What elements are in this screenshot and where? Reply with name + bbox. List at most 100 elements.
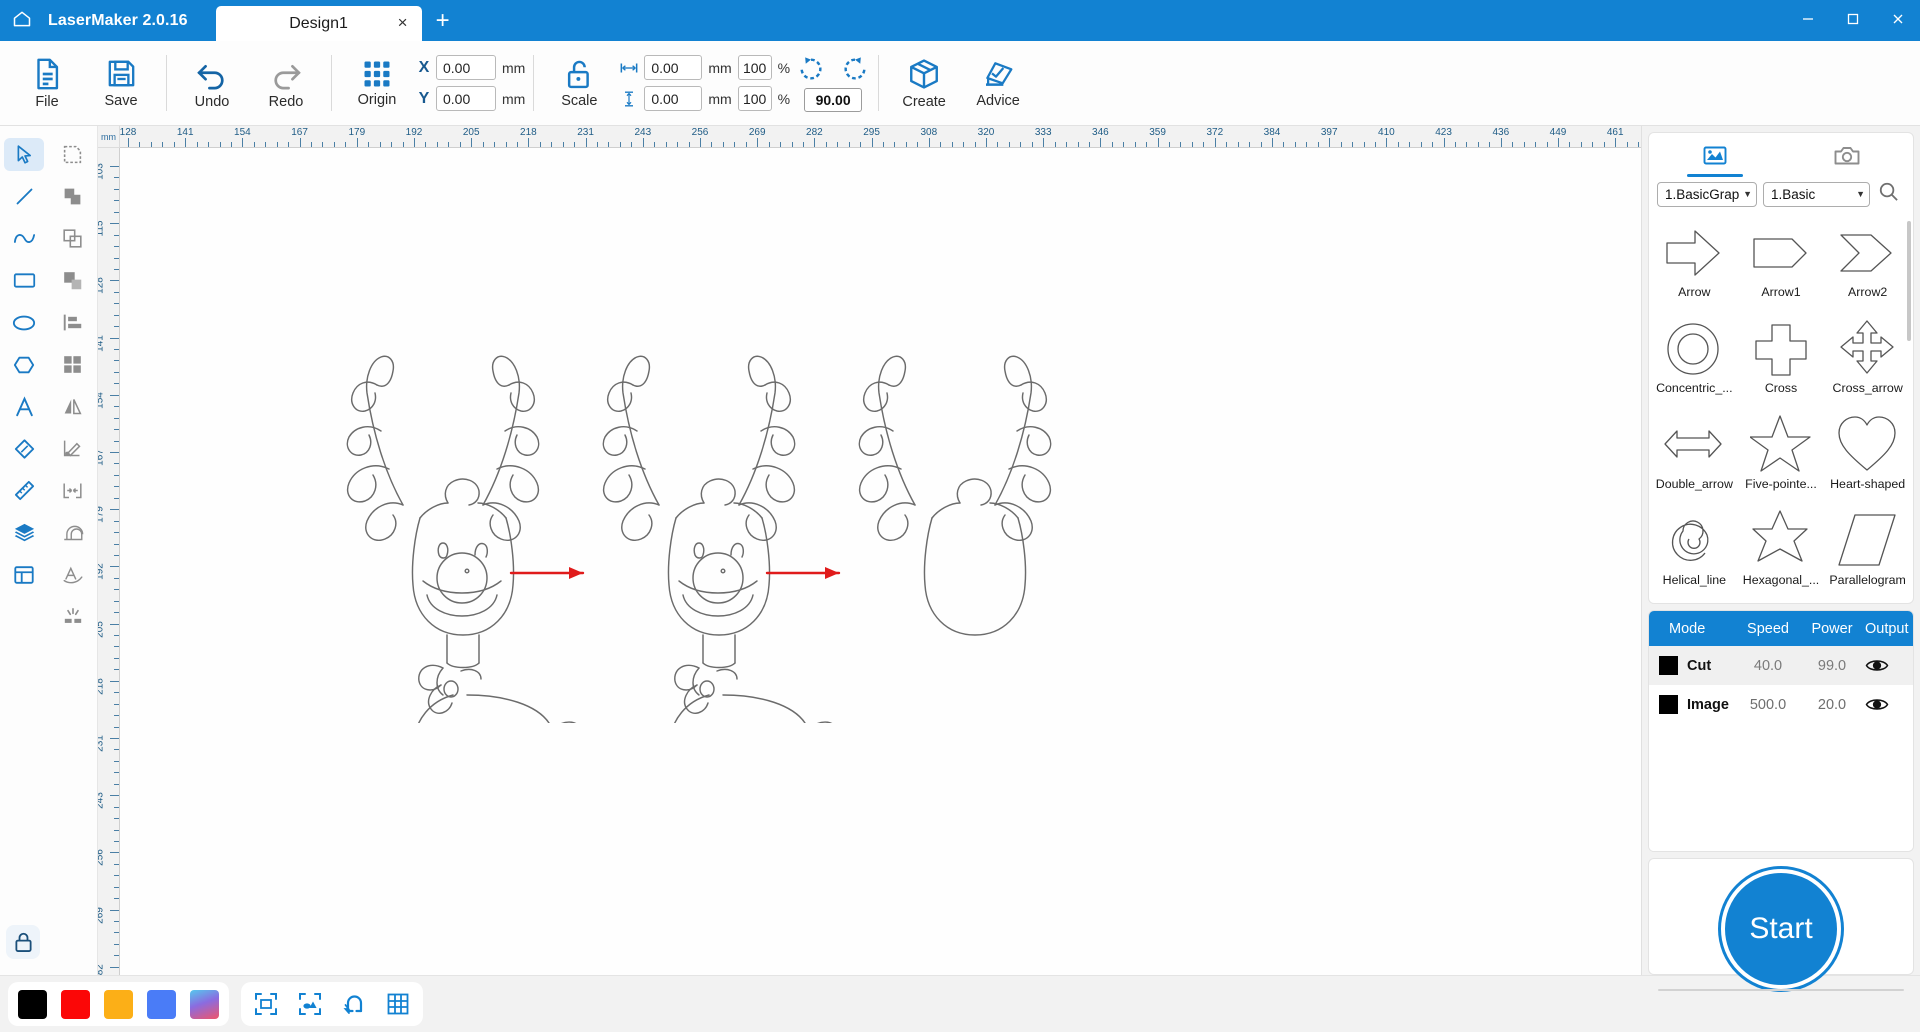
- shape-item-five-pointed-star[interactable]: Five-pointe...: [1738, 413, 1825, 507]
- text-a-icon: [15, 395, 33, 416]
- shape-item-cross[interactable]: Cross: [1738, 317, 1825, 411]
- ruler-tick: [114, 474, 119, 476]
- width-input[interactable]: 0.00: [644, 55, 703, 80]
- shape-item-arrow1[interactable]: Arrow1: [1738, 221, 1825, 315]
- layers-tool[interactable]: [4, 516, 44, 549]
- blue-swatch[interactable]: [147, 989, 176, 1019]
- origin-button[interactable]: Origin: [340, 45, 414, 121]
- x-input[interactable]: 0.00: [436, 55, 496, 80]
- shape-item-arrow[interactable]: Arrow: [1651, 221, 1738, 315]
- rotate-right-icon[interactable]: [840, 55, 870, 83]
- rotation-input[interactable]: 90.00: [804, 87, 863, 112]
- gradient-swatch[interactable]: [190, 989, 219, 1019]
- grid-icon[interactable]: [383, 989, 413, 1019]
- shape-item-hexagonal-star[interactable]: Hexagonal_...: [1738, 509, 1825, 603]
- offset-tool[interactable]: [53, 516, 93, 549]
- layout-tool[interactable]: [4, 558, 44, 591]
- ruler-tick: [1397, 142, 1399, 147]
- scale-button[interactable]: Scale: [542, 45, 616, 121]
- vertical-ruler[interactable]: 103 115 128 141 154 167 179 192 205 218 231 243 256 2…: [98, 126, 120, 975]
- layer-speed-cell[interactable]: 40.0: [1735, 658, 1801, 674]
- camera-tab[interactable]: [1781, 133, 1913, 179]
- distribute-tool[interactable]: [53, 474, 93, 507]
- table-row[interactable]: Cut 40.0 99.0: [1649, 646, 1913, 685]
- document-tab-design1[interactable]: Design1 ×: [215, 6, 422, 41]
- union-tool[interactable]: [53, 180, 93, 213]
- polygon-tool[interactable]: [4, 348, 44, 381]
- shape-item-cross-arrow[interactable]: Cross_arrow: [1824, 317, 1911, 411]
- y-input[interactable]: 0.00: [436, 86, 496, 111]
- select-objects-icon[interactable]: [295, 989, 325, 1019]
- shape-library-grid[interactable]: Arrow Arrow1 Arrow2 Concentric_... Cross Cros…: [1649, 215, 1913, 603]
- text-tool[interactable]: [4, 390, 44, 423]
- new-tab-button[interactable]: +: [436, 7, 450, 41]
- ruler-tick-label: 115: [98, 220, 106, 237]
- file-button[interactable]: File: [10, 45, 84, 121]
- layer-output-cell[interactable]: [1863, 657, 1913, 674]
- maximize-icon[interactable]: [1830, 0, 1875, 37]
- explode-tool[interactable]: [53, 600, 93, 633]
- table-row[interactable]: Image 500.0 20.0: [1649, 685, 1913, 724]
- save-button[interactable]: Save: [84, 45, 158, 121]
- shape-item-heart[interactable]: Heart-shaped: [1824, 413, 1911, 507]
- advice-button[interactable]: Advice: [961, 45, 1035, 121]
- lock-tools-button[interactable]: [6, 925, 40, 959]
- arrow-1: [509, 567, 585, 579]
- align-tool[interactable]: [53, 306, 93, 339]
- height-input[interactable]: 0.00: [644, 86, 703, 111]
- subtract-tool[interactable]: [53, 264, 93, 297]
- red-swatch[interactable]: [61, 989, 90, 1019]
- design-canvas[interactable]: [120, 148, 1641, 975]
- layer-power-cell[interactable]: 20.0: [1801, 697, 1863, 713]
- layer-speed-cell[interactable]: 500.0: [1735, 697, 1801, 713]
- reindeer-artwork[interactable]: [315, 323, 1125, 723]
- group-tool[interactable]: [53, 348, 93, 381]
- layer-color-swatch[interactable]: [1659, 656, 1678, 675]
- select-tool[interactable]: [4, 138, 45, 171]
- graphics-tab[interactable]: [1649, 133, 1781, 179]
- type-select[interactable]: 1.Basic ▼: [1763, 181, 1870, 207]
- line-tool[interactable]: [4, 180, 44, 213]
- layer-output-cell[interactable]: [1863, 696, 1913, 713]
- combine-tool[interactable]: [53, 222, 93, 255]
- rectangle-tool[interactable]: [4, 264, 44, 297]
- home-icon[interactable]: [0, 0, 44, 41]
- search-icon[interactable]: [1878, 181, 1899, 207]
- ruler-tick: [414, 138, 415, 147]
- shape-item-double-arrow[interactable]: Double_arrow: [1651, 413, 1738, 507]
- black-swatch[interactable]: [18, 989, 47, 1019]
- close-window-icon[interactable]: [1875, 0, 1920, 37]
- width-percent-input[interactable]: 100: [737, 55, 772, 80]
- close-icon[interactable]: ×: [398, 13, 408, 32]
- canvas-area[interactable]: mm 128 141 154 167 179 192 205 218 231 243 256 269 2…: [98, 126, 1641, 975]
- ruler-tick: [1409, 142, 1411, 147]
- layer-power-cell[interactable]: 99.0: [1801, 658, 1863, 674]
- horizontal-ruler[interactable]: 128 141 154 167 179 192 205 218 231 243 256 269 282 2…: [98, 126, 1641, 148]
- height-percent-input[interactable]: 100: [737, 86, 772, 111]
- undo-button[interactable]: Undo: [175, 45, 249, 121]
- eraser-tool[interactable]: [4, 432, 44, 465]
- measure-tool[interactable]: [4, 474, 44, 507]
- library-select[interactable]: 1.BasicGrap ▼: [1657, 181, 1757, 207]
- draw-path-tool[interactable]: [53, 432, 93, 465]
- minimize-icon[interactable]: [1785, 0, 1830, 37]
- curve-tool[interactable]: [4, 222, 44, 255]
- create-button[interactable]: Create: [887, 45, 961, 121]
- ellipse-tool[interactable]: [4, 306, 44, 339]
- rotate-left-icon[interactable]: [796, 55, 826, 83]
- start-button[interactable]: Start: [1721, 869, 1841, 989]
- mirror-tool[interactable]: [53, 390, 93, 423]
- fit-frame-icon[interactable]: [251, 989, 281, 1019]
- node-edit-tool[interactable]: [53, 138, 93, 171]
- orange-swatch[interactable]: [104, 989, 133, 1019]
- shape-grid-scrollbar[interactable]: [1907, 221, 1911, 341]
- shape-item-helical-line[interactable]: Helical_line: [1651, 509, 1738, 603]
- shape-item-parallelogram[interactable]: Parallelogram: [1824, 509, 1911, 603]
- text-path-tool[interactable]: [53, 558, 93, 591]
- layer-color-swatch[interactable]: [1659, 695, 1678, 714]
- shape-item-concentric-circle[interactable]: Concentric_...: [1651, 317, 1738, 411]
- redo-button[interactable]: Redo: [249, 45, 323, 121]
- combine-icon: [63, 229, 82, 248]
- magnet-snap-icon[interactable]: [339, 989, 369, 1019]
- shape-item-arrow2[interactable]: Arrow2: [1824, 221, 1911, 315]
